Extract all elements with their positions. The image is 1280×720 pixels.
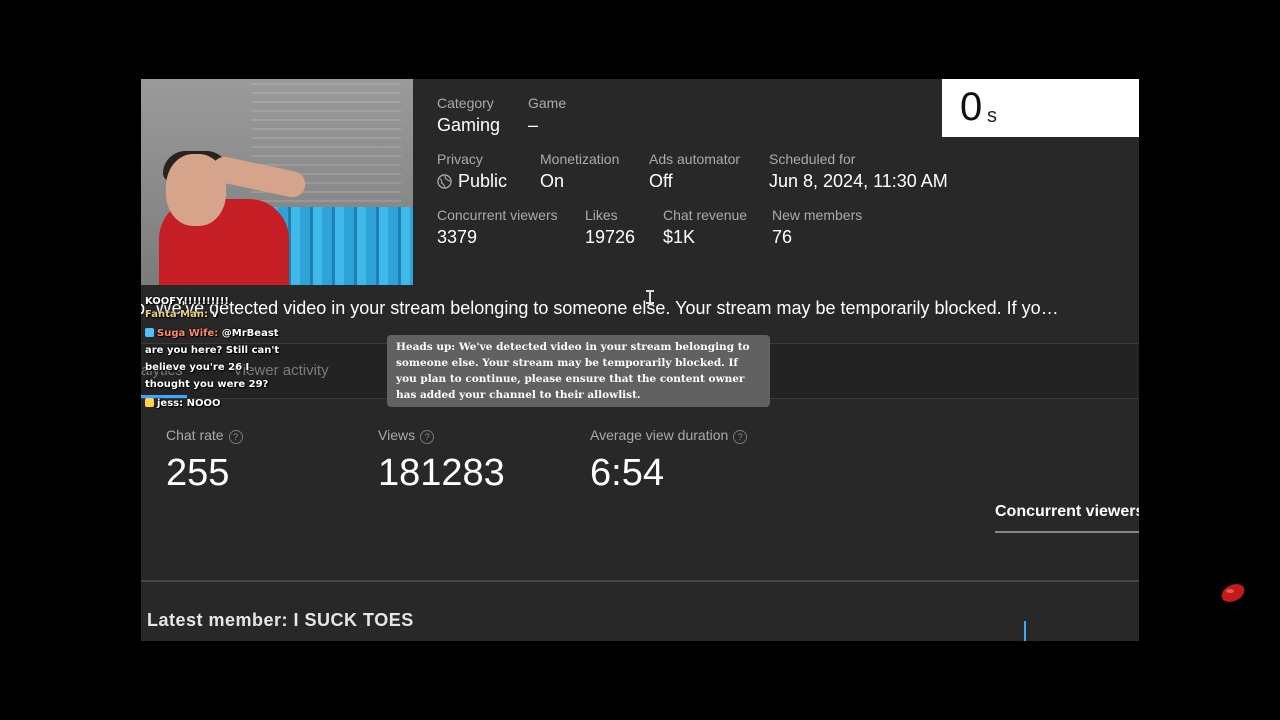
scheduled-field: Scheduled for Jun 8, 2024, 11:30 AM xyxy=(769,151,948,192)
warning-tooltip: Heads up: We've detected video in your s… xyxy=(387,335,770,407)
likes-label: Likes xyxy=(585,207,618,223)
text-cursor-icon xyxy=(646,290,654,304)
likes-value: 19726 xyxy=(585,227,636,247)
chat-rate-stat: Chat rate? 255 xyxy=(166,427,243,495)
chat-message: jess: NOOO xyxy=(145,395,295,412)
divider xyxy=(141,580,1139,582)
concurrent-viewers-value: 3379 xyxy=(437,227,478,247)
chat-revenue-field: Chat revenue $1K xyxy=(663,207,747,248)
views-value: 181283 xyxy=(378,452,505,494)
likes-field: Likes 19726 xyxy=(585,207,635,248)
help-icon[interactable]: ? xyxy=(733,430,748,444)
monetization-label: Monetization xyxy=(540,151,620,167)
latest-member-label: Latest member: I SUCK TOES xyxy=(147,610,414,630)
chat-revenue-label: Chat revenue xyxy=(663,207,748,223)
views-label: Views xyxy=(378,427,416,443)
monetization-value: On xyxy=(540,171,565,191)
ads-automator-field: Ads automator Off xyxy=(649,151,740,192)
privacy-field: Privacy Public xyxy=(437,151,507,192)
scheduled-value: Jun 8, 2024, 11:30 AM xyxy=(769,171,948,191)
ads-automator-label: Ads automator xyxy=(649,151,741,167)
game-value: – xyxy=(528,115,539,135)
game-label: Game xyxy=(528,95,567,111)
help-icon[interactable]: ? xyxy=(420,430,435,444)
game-field: Game – xyxy=(528,95,566,136)
scheduled-label: Scheduled for xyxy=(769,151,856,167)
timer-unit: s xyxy=(987,105,997,127)
views-stat: Views? 181283 xyxy=(378,427,505,495)
chat-revenue-value: $1K xyxy=(663,227,696,247)
badge-icon xyxy=(145,328,154,337)
category-field: Category Gaming xyxy=(437,95,500,136)
timer-value: 0 xyxy=(960,85,983,129)
ads-automator-value: Off xyxy=(649,171,673,191)
avg-view-duration-value: 6:54 xyxy=(590,452,664,494)
avg-view-duration-stat: Average view duration? 6:54 xyxy=(590,427,748,495)
monetization-field: Monetization On xyxy=(540,151,619,192)
privacy-label: Privacy xyxy=(437,151,483,167)
new-members-value: 76 xyxy=(772,227,793,247)
globe-icon xyxy=(437,174,452,189)
red-sticker-icon xyxy=(1221,584,1245,602)
avg-view-duration-label: Average view duration xyxy=(590,427,729,443)
chat-message: Suga Wife: @MrBeast are you here? Still … xyxy=(145,328,280,390)
concurrent-viewers-field: Concurrent viewers 3379 xyxy=(437,207,558,248)
chart-spike xyxy=(1024,621,1026,641)
help-icon[interactable]: ? xyxy=(228,430,243,444)
tab-concurrent-viewers[interactable]: Concurrent viewers xyxy=(995,503,1139,521)
stream-timer: 0 s xyxy=(942,79,1139,137)
new-members-label: New members xyxy=(772,207,863,223)
category-value: Gaming xyxy=(437,115,501,135)
chat-overlay: KOOFY!!!!!!!!!! Fanta Man: v Suga Wife: … xyxy=(145,293,295,412)
webcam-overlay xyxy=(141,79,413,285)
new-members-field: New members 76 xyxy=(772,207,862,248)
chat-rate-value: 255 xyxy=(166,452,230,494)
concurrent-viewers-label: Concurrent viewers xyxy=(437,207,558,223)
concurrent-viewers-underline xyxy=(995,531,1139,533)
privacy-value: Public xyxy=(458,171,508,191)
category-label: Category xyxy=(437,95,494,111)
badge-icon xyxy=(145,398,154,407)
chat-rate-label: Chat rate xyxy=(166,427,224,443)
